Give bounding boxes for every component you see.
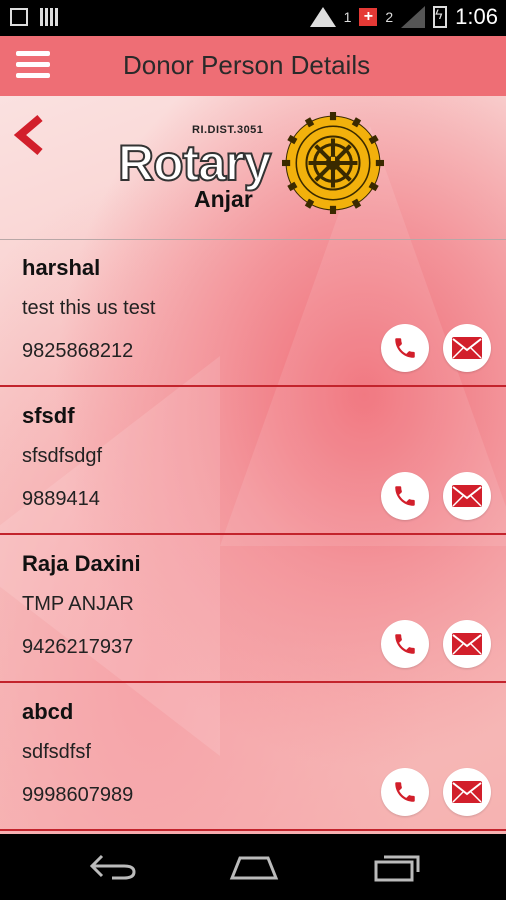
donor-list-item: sfsdf sfsdfsdgf 9889414 bbox=[0, 389, 506, 535]
recent-apps-icon[interactable] bbox=[372, 852, 422, 882]
email-button[interactable] bbox=[443, 472, 491, 520]
battery-charging-icon bbox=[433, 6, 448, 28]
donor-phone: 9426217937 bbox=[22, 636, 134, 658]
club-name: Anjar bbox=[194, 186, 253, 212]
barcode-notification-icon bbox=[40, 8, 58, 26]
phone-icon bbox=[395, 782, 415, 802]
email-button[interactable] bbox=[443, 620, 491, 668]
rotary-wheel-icon bbox=[282, 112, 384, 214]
clock: 1:06 bbox=[455, 4, 498, 29]
donor-note: sfsdfsdgf bbox=[22, 445, 103, 467]
phone-icon bbox=[395, 634, 415, 654]
donor-list-item: Raja Daxini TMP ANJAR 9426217937 bbox=[0, 537, 506, 683]
rotary-wordmark: Rotary bbox=[117, 134, 272, 192]
notification-icons bbox=[10, 8, 58, 26]
mail-icon bbox=[452, 337, 482, 359]
email-button[interactable] bbox=[443, 768, 491, 816]
donor-phone: 9825868212 bbox=[22, 340, 134, 362]
sim2-indicator: 2 bbox=[385, 9, 394, 25]
mail-icon bbox=[452, 781, 482, 803]
rotary-logo: RI.DIST.3051 Rotary Anjar bbox=[117, 112, 388, 222]
donor-note: test this us test bbox=[22, 297, 156, 319]
status-bar: 1 + 2 1:06 bbox=[0, 0, 506, 36]
app-bar: Donor Person Details bbox=[0, 36, 506, 96]
sim1-indicator: 1 bbox=[343, 9, 352, 25]
system-nav-bar bbox=[0, 834, 506, 900]
donor-list-item: abcd sdfsdfsf 9998607989 bbox=[0, 685, 506, 831]
header-divider bbox=[0, 239, 506, 240]
donor-name: abcd bbox=[22, 699, 74, 724]
donor-list: harshal test this us test 9825868212 sfs… bbox=[0, 241, 506, 833]
mail-icon bbox=[452, 485, 482, 507]
mail-icon bbox=[452, 633, 482, 655]
swiss-flag-icon: + bbox=[359, 8, 378, 26]
home-nav-icon[interactable] bbox=[228, 852, 280, 882]
donor-list-item: harshal test this us test 9825868212 bbox=[0, 241, 506, 387]
back-nav-icon[interactable] bbox=[88, 852, 138, 882]
app-screen: Donor Person Details RI.DIST.3051 Rotary… bbox=[0, 36, 506, 834]
wifi-icon bbox=[309, 7, 336, 27]
signal-icon bbox=[401, 6, 426, 28]
call-button[interactable] bbox=[381, 324, 429, 372]
call-button[interactable] bbox=[381, 472, 429, 520]
email-button[interactable] bbox=[443, 324, 491, 372]
donor-phone: 9998607989 bbox=[22, 784, 134, 806]
donor-name: Raja Daxini bbox=[22, 551, 141, 576]
page-title: Donor Person Details bbox=[123, 50, 371, 80]
donor-note: sdfsdfsf bbox=[22, 741, 91, 763]
donor-phone: 9889414 bbox=[22, 488, 100, 510]
chevron-left-icon[interactable] bbox=[12, 114, 46, 156]
hamburger-menu-icon[interactable] bbox=[16, 51, 50, 79]
call-button[interactable] bbox=[381, 620, 429, 668]
call-button[interactable] bbox=[381, 768, 429, 816]
phone-icon bbox=[395, 338, 415, 358]
phone-icon bbox=[395, 486, 415, 506]
gallery-notification-icon bbox=[10, 8, 28, 26]
donor-note: TMP ANJAR bbox=[22, 593, 134, 615]
donor-name: sfsdf bbox=[22, 403, 75, 428]
system-icons: 1 + 2 1:06 bbox=[309, 4, 498, 30]
donor-name: harshal bbox=[22, 255, 101, 280]
